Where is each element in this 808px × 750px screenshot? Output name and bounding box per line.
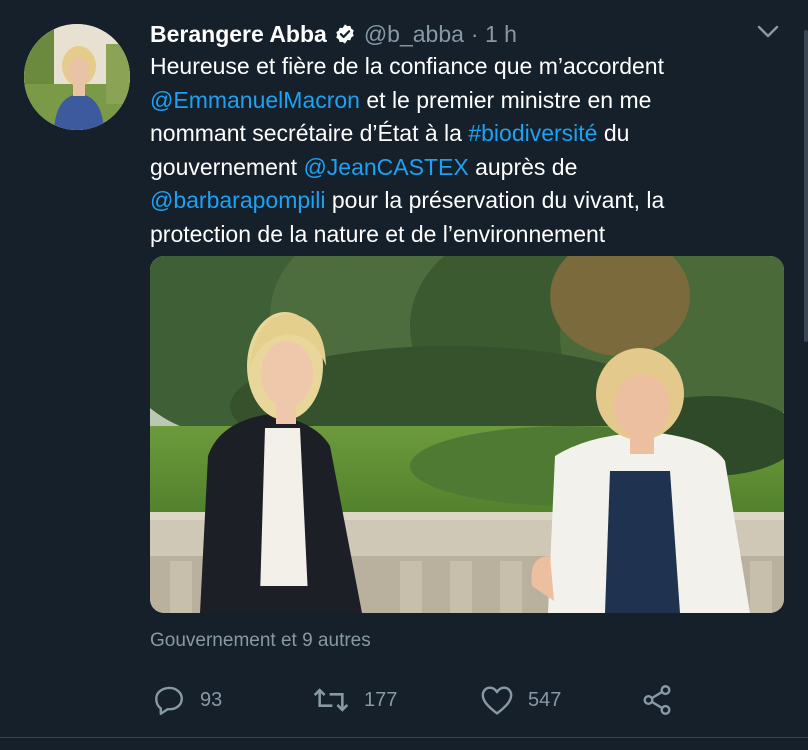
hashtag-link[interactable]: #biodiversité	[468, 120, 597, 146]
like-count: 547	[528, 688, 562, 711]
tweet-text-line: @barbarapompili pour la préservation du …	[150, 184, 790, 218]
retweet-button[interactable]: 177	[312, 680, 397, 720]
avatar[interactable]	[24, 24, 130, 130]
tweet-header: Berangere Abba @b_abba · 1 h	[150, 18, 517, 50]
retweet-count: 177	[364, 688, 398, 711]
reply-button[interactable]: 93	[152, 680, 222, 720]
tweet-time[interactable]: · 1 h	[471, 21, 517, 48]
tweet-text-line: nommant secrétaire d’État à la #biodiver…	[150, 117, 790, 151]
text-span: du	[597, 120, 630, 146]
scrollbar[interactable]	[804, 30, 808, 342]
tweet-text-line: gouvernement @JeanCASTEX auprès de	[150, 151, 790, 185]
author-handle[interactable]: @b_abba	[364, 21, 464, 48]
tweet-text-line: @EmmanuelMacron et le premier ministre e…	[150, 84, 790, 118]
verified-badge-icon	[334, 23, 356, 45]
share-button[interactable]	[640, 680, 674, 720]
tweet-photo[interactable]	[150, 256, 784, 613]
retweet-icon	[312, 683, 350, 717]
text-span: Heureuse et fière de la confiance que m’…	[150, 53, 664, 79]
mention-link[interactable]: @EmmanuelMacron	[150, 87, 360, 113]
divider	[0, 737, 808, 738]
photo-image	[150, 256, 784, 613]
avatar-photo	[24, 24, 130, 130]
like-button[interactable]: 547	[480, 680, 561, 720]
text-span: auprès de	[468, 153, 578, 180]
text-span: et le premier ministre en me	[359, 86, 652, 113]
tweet-text-line: protection de la nature et de l’environn…	[150, 218, 790, 252]
tweet-text: Heureuse et fière de la confiance que m’…	[150, 50, 790, 251]
heart-icon	[480, 684, 514, 716]
mention-link[interactable]: @barbarapompili	[150, 187, 326, 213]
text-span: protection de la nature et de l’environn…	[150, 220, 606, 247]
text-span: pour la préservation du vivant, la	[325, 187, 665, 213]
tagged-users-link[interactable]: Gouvernement et 9 autres	[150, 630, 371, 652]
tweet-actions: 93 177 547	[150, 680, 690, 720]
tweet-text-line: Heureuse et fière de la confiance que m’…	[150, 50, 790, 84]
reply-count: 93	[200, 688, 223, 711]
mention-link[interactable]: @JeanCASTEX	[303, 154, 468, 180]
author-name[interactable]: Berangere Abba	[150, 21, 327, 48]
text-span: gouvernement	[150, 153, 304, 180]
text-span: nommant secrétaire d’État à la	[150, 120, 469, 146]
reply-icon	[152, 683, 186, 717]
share-icon	[640, 683, 674, 717]
chevron-down-icon[interactable]	[756, 22, 780, 42]
